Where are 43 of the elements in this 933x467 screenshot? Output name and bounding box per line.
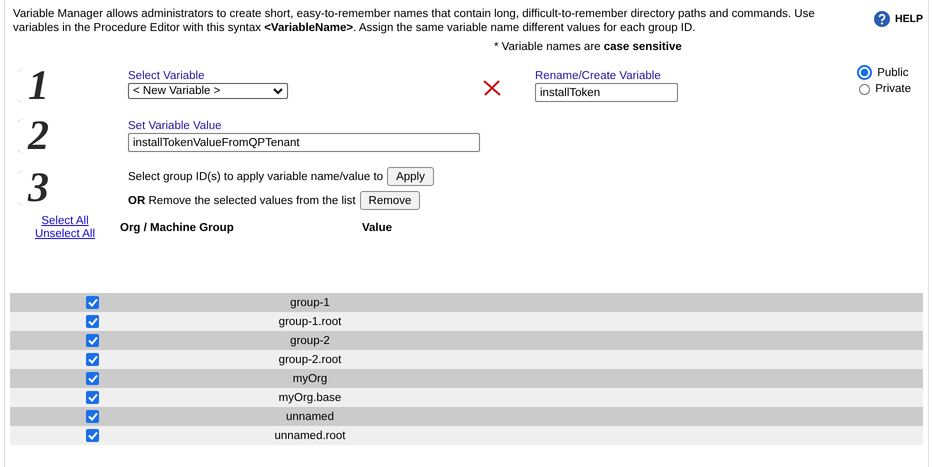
help-icon <box>874 11 890 27</box>
field-label: Select Variable <box>128 69 206 83</box>
checkbox[interactable] <box>86 296 99 309</box>
instruction-text: Select group ID(s) to apply variable name/value to <box>128 170 384 182</box>
radio-label: Private <box>875 83 911 95</box>
chevron-icon <box>273 88 283 94</box>
step-number: 1 <box>28 65 49 107</box>
step-number: 3 <box>28 167 49 209</box>
remove-button[interactable]: Remove <box>360 191 420 210</box>
table-cell-text: unnamed.root <box>274 430 346 442</box>
table-cell-text: group-2.root <box>278 354 342 366</box>
variable-dropdown[interactable]: < New Variable > <box>128 83 288 99</box>
table-cell-text: group-1.root <box>278 316 342 328</box>
column-header: Org / Machine Group <box>120 221 235 234</box>
apply-button[interactable]: Apply <box>387 167 434 186</box>
select-link[interactable]: Unselect All <box>34 228 96 241</box>
table-cell-text: group-2 <box>289 334 331 346</box>
help-link[interactable]: HELP <box>894 13 923 25</box>
note-text: * Variable names are case sensitive <box>493 41 683 53</box>
checkbox[interactable] <box>86 372 99 385</box>
delete-icon <box>482 79 502 97</box>
radio-button[interactable] <box>859 84 870 94</box>
rename-field[interactable]: installToken <box>535 83 678 102</box>
radio-button[interactable] <box>857 65 872 80</box>
table-cell-text: unnamed <box>285 410 335 422</box>
instruction-text: OR Remove the selected values from the list <box>128 194 356 206</box>
checkbox[interactable] <box>86 315 99 328</box>
table-cell-text: myOrg <box>292 372 328 384</box>
field-label: Rename/Create Variable <box>535 69 662 83</box>
column-header: Value <box>362 221 392 234</box>
radio-label: Public <box>877 66 909 78</box>
table-cell-text: group-1 <box>289 296 331 308</box>
select-link[interactable]: Select All <box>41 215 89 228</box>
checkbox[interactable] <box>86 429 99 442</box>
table-cell-text: myOrg.base <box>278 392 342 404</box>
checkbox[interactable] <box>86 410 99 423</box>
step-number: 2 <box>28 115 49 157</box>
checkbox[interactable] <box>86 391 99 404</box>
field-label: Set Variable Value <box>128 119 223 133</box>
checkbox[interactable] <box>86 353 99 366</box>
value-field[interactable]: installTokenValueFromQPTenant <box>128 133 480 152</box>
intro-text: Variable Manager allows administrators to create short, easy-to-remember names that contain long, difficult-to-remember directory paths and commands. Use variables in the Procedure Editor with this syntax <VariableName>. Assign the same variable name different values for each group ID. <box>12 7 816 35</box>
checkbox[interactable] <box>86 334 99 347</box>
